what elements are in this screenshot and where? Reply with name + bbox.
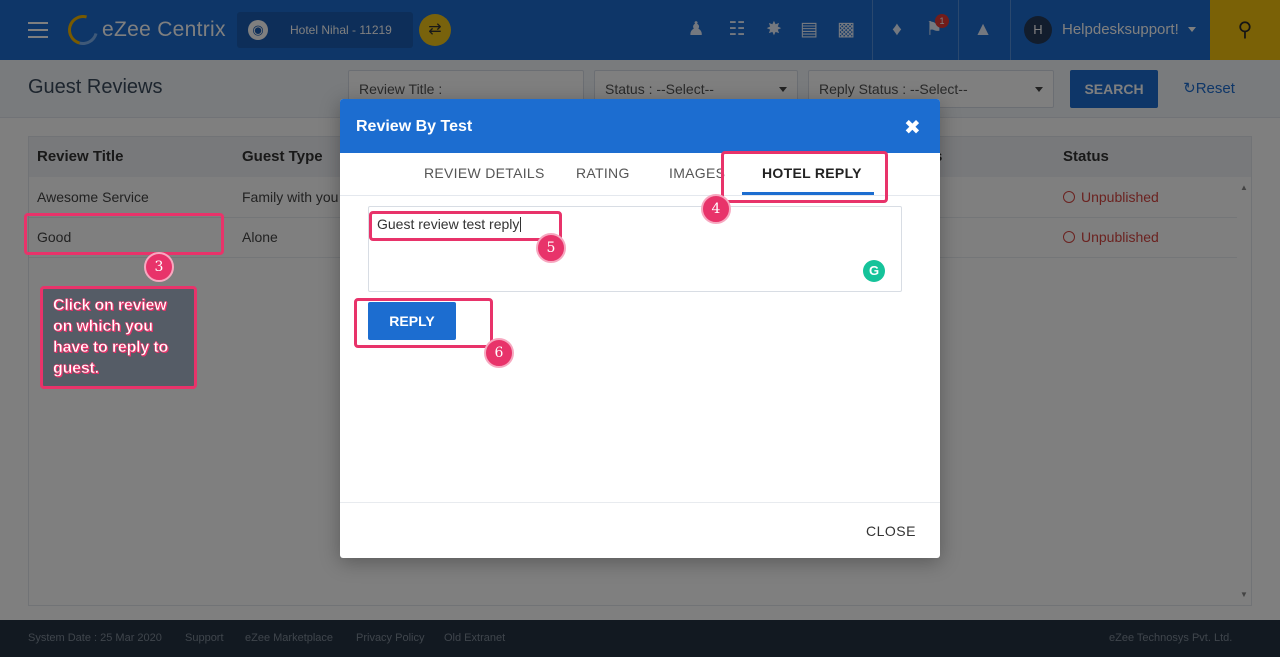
instruction-callout: Click on review on which you have to rep… [40, 286, 197, 389]
modal-title: Review By Test [356, 118, 473, 135]
step-marker: 3 [144, 252, 174, 282]
instruction-text: Click on review on which you have to rep… [53, 297, 169, 378]
grammarly-icon[interactable]: G [863, 260, 885, 282]
modal-footer-divider [340, 502, 940, 503]
step-marker: 5 [536, 233, 566, 263]
highlight-reply-text [369, 211, 562, 241]
close-button[interactable]: CLOSE [866, 523, 916, 539]
step-marker: 4 [701, 194, 731, 224]
highlight-review-row [24, 213, 224, 255]
tab-review-details[interactable]: REVIEW DETAILS [424, 165, 545, 181]
step-marker: 6 [484, 338, 514, 368]
tab-images[interactable]: IMAGES [669, 165, 725, 181]
close-icon[interactable]: ✖ [904, 115, 921, 140]
highlight-hotel-reply-tab [721, 151, 888, 203]
tab-rating[interactable]: RATING [576, 165, 630, 181]
modal-header: Review By Test ✖ [340, 99, 940, 153]
highlight-reply-button [354, 298, 493, 348]
